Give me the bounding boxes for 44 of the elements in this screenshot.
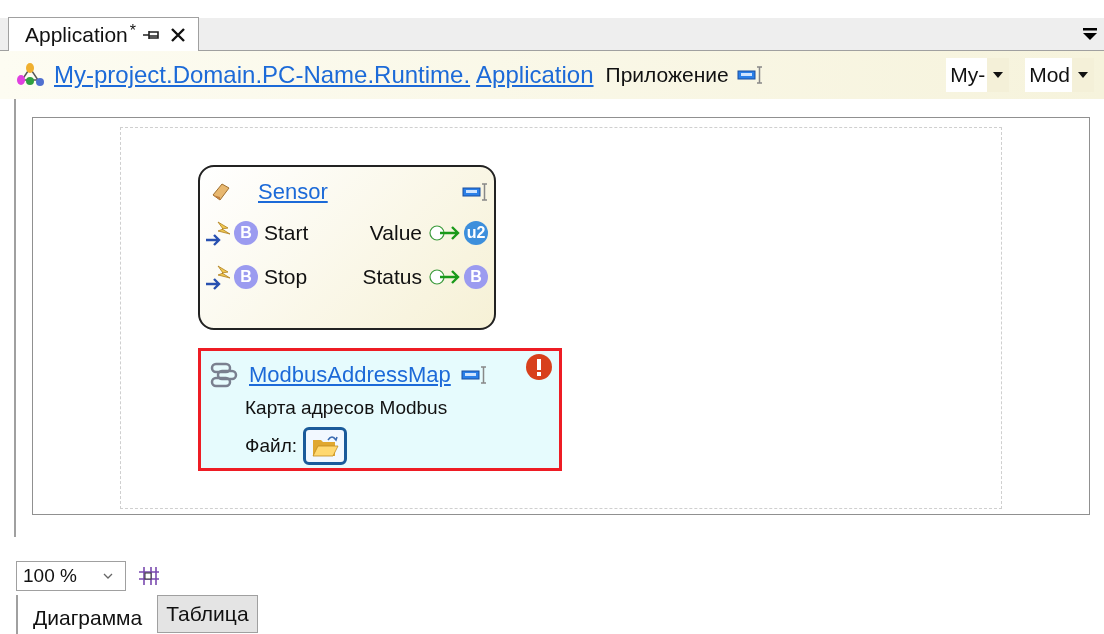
folder-icon — [311, 434, 339, 458]
chevron-icon — [103, 573, 113, 579]
type-label: Приложение — [605, 63, 729, 87]
input-name: Stop — [264, 265, 308, 289]
resource-node[interactable]: ModbusAddressMap Карта адресов Modbus Файл: — [198, 348, 562, 471]
resource-description: Карта адресов Modbus — [245, 397, 449, 419]
caret-icon — [993, 72, 1004, 78]
block-icon — [210, 181, 232, 203]
output-name: Value — [369, 221, 422, 245]
dropdown[interactable]: Mod — [1025, 58, 1094, 92]
error-icon — [525, 353, 553, 381]
type-badge: B — [234, 265, 258, 289]
dropdown[interactable]: My- — [946, 58, 1010, 92]
path-link[interactable]: My-project.Domain.PC-Name.Runtime. — [54, 61, 471, 89]
port-icon — [736, 66, 763, 84]
port-icon — [462, 183, 488, 201]
tab-menu-icon[interactable] — [1082, 26, 1098, 42]
open-file-button[interactable] — [303, 427, 347, 465]
link-chain-icon — [209, 362, 239, 388]
application-link[interactable]: Application — [476, 61, 594, 89]
port-icon — [460, 366, 487, 384]
event-input-icon — [204, 220, 232, 246]
zoom-dropdown[interactable]: 100 % — [16, 561, 126, 591]
type-badge: B — [234, 221, 258, 245]
type-badge: B — [464, 265, 488, 289]
output-arrow-icon — [428, 268, 462, 286]
application-icon — [16, 62, 46, 88]
caret-icon — [1078, 72, 1088, 78]
view-tab[interactable]: Таблица — [157, 595, 258, 633]
function-block-node[interactable]: Sensor B Start B Stop Value u2 Status B — [198, 165, 496, 330]
file-label: Файл: — [245, 435, 297, 457]
pin-icon[interactable] — [141, 28, 160, 41]
modified-mark: * — [129, 22, 136, 40]
close-icon[interactable] — [169, 26, 186, 43]
resource-title-link[interactable]: ModbusAddressMap — [249, 362, 451, 388]
tab-title: Application — [25, 22, 128, 47]
block-title-link[interactable]: Sensor — [258, 179, 328, 205]
output-name: Status — [362, 265, 422, 289]
type-badge: u2 — [464, 221, 488, 245]
grid-snap-icon[interactable] — [138, 566, 160, 586]
document-tab[interactable]: Application* — [8, 17, 199, 51]
output-arrow-icon — [428, 224, 462, 242]
input-name: Start — [264, 221, 309, 245]
event-input-icon — [204, 264, 232, 290]
